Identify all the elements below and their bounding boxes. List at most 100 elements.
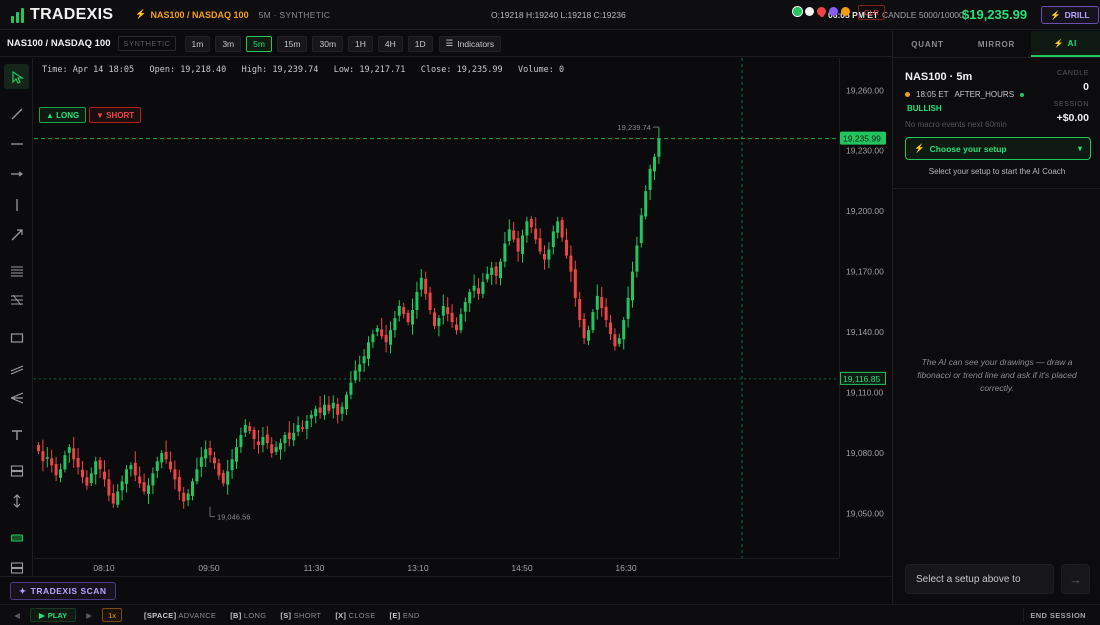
hint-close-label: CLOSE <box>348 610 376 620</box>
arrow-line-icon[interactable] <box>4 222 29 247</box>
short-button[interactable]: ▼ SHORT <box>89 107 142 123</box>
candle-body <box>45 457 49 459</box>
timeframe-4h[interactable]: 4H <box>377 35 403 52</box>
choose-setup-button[interactable]: ⚡ Choose your setup ▾ <box>905 137 1091 160</box>
candle-body <box>591 312 595 331</box>
measure-icon[interactable] <box>4 488 29 513</box>
indicators-button[interactable]: ☰ Indicators <box>438 35 502 52</box>
color-swatch[interactable] <box>841 7 850 16</box>
tab-quant[interactable]: QUANT <box>893 31 962 57</box>
candle-body <box>349 382 353 395</box>
cursor-icon[interactable] <box>4 64 29 89</box>
candle-body <box>604 306 608 321</box>
channel-icon[interactable] <box>4 355 29 380</box>
symbol-link[interactable]: ⚡ NAS100 / NASDAQ 100 <box>135 9 248 20</box>
bolt-icon: ⚡ <box>914 143 925 153</box>
time-axis[interactable]: 08:10 09:50 11:30 13:10 14:50 16:30 <box>34 558 839 575</box>
fib-ext-icon[interactable] <box>4 287 29 312</box>
price-axis[interactable]: 19,260.00 19,230.00 19,200.00 19,170.00 19,1… <box>839 58 892 558</box>
end-session-button[interactable]: END SESSION <box>1023 608 1092 622</box>
candle-body <box>529 218 533 228</box>
candle-body <box>450 312 454 323</box>
candles <box>37 127 661 509</box>
candle-body <box>314 408 318 417</box>
low-marker-label: 19,046.56 <box>217 513 250 522</box>
right-panel: QUANT MIRROR ⚡ AI NAS100 · 5m 18:05 ET A… <box>892 31 1100 604</box>
arrow-right-icon[interactable]: → <box>1061 564 1090 594</box>
candle-body <box>301 427 304 429</box>
vline-icon[interactable] <box>4 192 29 217</box>
candle-body <box>437 318 441 327</box>
chat-input[interactable] <box>905 564 1054 594</box>
timeframe-1m[interactable]: 1m <box>184 35 211 52</box>
candle-body <box>318 407 322 413</box>
candle-body <box>199 457 203 467</box>
timeframe-30m[interactable]: 30m <box>312 35 344 52</box>
chart-toolbar: NAS100 / NASDAQ 100 SYNTHETIC 1m 3m 5m 15m 3… <box>0 31 892 57</box>
position-icon[interactable] <box>4 458 29 483</box>
candle-body <box>644 191 648 217</box>
tab-ai[interactable]: ⚡ AI <box>1031 31 1100 57</box>
step-back-icon[interactable]: ◀ <box>10 608 24 622</box>
clear-drawings-button[interactable]: CLR <box>858 5 886 20</box>
candle-body <box>446 307 450 315</box>
trendline-icon[interactable] <box>4 101 29 126</box>
candle-body <box>94 461 98 475</box>
candle-body <box>534 228 538 240</box>
candlestick-chart[interactable]: 19,239.74 19,046.56 <box>34 58 839 558</box>
candle-body <box>323 404 326 416</box>
playback-bar: ◀ ▶ PLAY ▶ 1x [SPACE] ADVANCE [B] LONG [… <box>0 604 1100 625</box>
candle-body <box>353 370 357 381</box>
chart-area[interactable]: 19,239.74 19,046.56 <box>34 58 839 558</box>
scan-label: TRADEXIS SCAN <box>30 586 107 596</box>
hline-icon[interactable] <box>4 131 29 156</box>
speed-button[interactable]: 1x <box>102 608 123 622</box>
candle-body <box>578 299 582 321</box>
drill-button[interactable]: ⚡ DRILL <box>1041 6 1099 24</box>
timeframe-3m[interactable]: 3m <box>215 35 242 52</box>
candle-body <box>560 220 564 238</box>
synthetic-badge: SYNTHETIC <box>118 36 176 51</box>
color-swatch[interactable] <box>792 6 803 17</box>
candle-body <box>63 455 67 470</box>
candle-body <box>565 239 568 256</box>
candle-body <box>525 221 529 236</box>
timeframe-1h[interactable]: 1H <box>348 35 373 52</box>
tab-mirror[interactable]: MIRROR <box>962 31 1031 57</box>
long-button[interactable]: ▲ LONG <box>39 107 87 123</box>
price-tick-label: 19,170.00 <box>846 267 884 277</box>
candle-body <box>235 447 238 462</box>
candle-body <box>507 229 511 242</box>
timeframe-selector: 1m 3m 5m 15m 30m 1H 4H 1D <box>184 35 433 52</box>
hint-long-label: LONG <box>243 610 267 620</box>
text-icon[interactable] <box>4 422 29 447</box>
timeframe-5m[interactable]: 5m <box>246 35 272 52</box>
candle-body <box>556 221 560 233</box>
timeframe-15m[interactable]: 15m <box>276 35 308 52</box>
candle-body <box>503 243 507 262</box>
hint-close: [X] CLOSE <box>335 611 375 620</box>
symbol-link-label: NAS100 / NASDAQ 100 <box>150 9 249 20</box>
color-swatch[interactable] <box>829 7 838 16</box>
rectangle-icon[interactable] <box>4 325 29 350</box>
candle-body <box>129 465 133 470</box>
scan-button[interactable]: ✦ TRADEXIS SCAN <box>10 582 116 600</box>
price-tick-label: 19,050.00 <box>846 509 884 519</box>
candle-body <box>120 481 124 491</box>
candle-body <box>477 288 480 294</box>
color-swatch[interactable] <box>805 7 814 16</box>
info-volume: Volume: 0 <box>518 65 565 75</box>
candle-body <box>600 297 604 308</box>
fib-icon[interactable] <box>4 258 29 283</box>
hint-end-key: [E] <box>389 610 401 620</box>
step-forward-icon[interactable]: ▶ <box>82 608 96 622</box>
candle-body <box>133 462 137 476</box>
time-tick-label: 09:50 <box>198 563 220 573</box>
pitchfork-icon[interactable] <box>4 385 29 410</box>
candle-body <box>345 394 348 410</box>
ray-icon[interactable] <box>4 161 29 186</box>
long-position-icon[interactable] <box>4 525 29 550</box>
play-button[interactable]: ▶ PLAY <box>30 608 77 622</box>
timeframe-1d[interactable]: 1D <box>407 35 433 52</box>
color-swatch[interactable] <box>817 7 826 16</box>
